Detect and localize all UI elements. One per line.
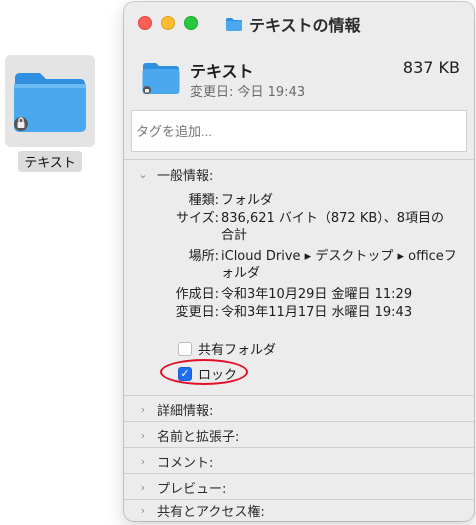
chevron-right-icon: › [140, 428, 146, 442]
close-button[interactable] [138, 16, 152, 30]
shared-folder-label[interactable]: 共有フォルダ [198, 339, 276, 358]
section-more-info-label: 詳細情報: [157, 403, 214, 419]
shared-folder-checkbox[interactable] [178, 341, 192, 356]
kind-key: 種類: [188, 193, 219, 208]
item-size: 837 KB [402, 58, 460, 77]
created-value: 令和3年10月29日 金曜日 11:29 [221, 287, 413, 302]
folder-icon [226, 17, 242, 31]
kind-value: フォルダ [221, 193, 274, 208]
modified-value: 令和3年11月17日 水曜日 19:43 [221, 305, 413, 320]
section-preview-label: プレビュー: [157, 481, 227, 497]
folder-lock-icon [142, 63, 180, 94]
size-key: サイズ: [176, 211, 219, 226]
section-comments[interactable]: › コメント: [124, 450, 474, 472]
desktop-folder-label[interactable]: テキスト [18, 151, 82, 172]
section-name-ext-label: 名前と拡張子: [157, 429, 240, 445]
created-key: 作成日: [175, 287, 219, 302]
modified-key: 変更日: [175, 305, 219, 320]
where-value-line2: ォルダ [221, 266, 261, 281]
section-comments-label: コメント: [157, 455, 214, 471]
section-sharing[interactable]: › 共有とアクセス権: [124, 499, 474, 521]
item-name: テキスト [190, 62, 254, 81]
where-value-line1: iCloud Drive ▸ デスクトップ ▸ officeフ [221, 249, 457, 264]
desktop-folder[interactable]: テキスト [3, 55, 97, 172]
checkmark-icon: ✓ [180, 366, 190, 380]
section-more-info[interactable]: › 詳細情報: [124, 398, 474, 420]
section-sharing-label: 共有とアクセス権: [157, 504, 265, 520]
desktop-folder-icon-frame [5, 55, 95, 147]
folder-lock-icon [14, 73, 86, 132]
divider [124, 421, 474, 422]
section-general-header[interactable]: ⌄ 一般情報: [124, 163, 474, 185]
size-value-line2: 合計 [221, 228, 248, 243]
chevron-right-icon: › [140, 480, 146, 494]
window-title: テキストの情報 [225, 12, 361, 36]
divider [124, 473, 474, 474]
title-bar[interactable]: テキストの情報 [124, 2, 474, 44]
where-key: 場所: [188, 249, 219, 264]
minimize-button[interactable] [161, 16, 175, 30]
divider [124, 447, 474, 448]
section-preview[interactable]: › プレビュー: [124, 476, 474, 498]
summary-header: テキスト 837 KB 変更日: 今日 19:43 [124, 44, 474, 110]
size-value-line1: 836,621 バイト（872 KB）、8項目の [221, 211, 445, 226]
zoom-button[interactable] [184, 16, 198, 30]
chevron-right-icon: › [140, 454, 146, 468]
item-modified: 変更日: 今日 19:43 [190, 85, 306, 100]
section-general-label: 一般情報: [157, 168, 214, 184]
divider [124, 159, 474, 160]
divider [124, 395, 474, 396]
tags-field[interactable] [131, 110, 467, 152]
chevron-right-icon: › [140, 503, 146, 517]
info-window: テキストの情報 テキスト 837 KB 変更日: 今日 19:43 ⌄ 一般情報… [124, 2, 474, 521]
traffic-lights [138, 16, 198, 30]
shared-folder-checkbox-row[interactable]: 共有フォルダ [178, 339, 276, 358]
locked-checkbox[interactable]: ✓ [178, 366, 192, 381]
locked-label[interactable]: ロック [198, 364, 237, 383]
chevron-right-icon: › [140, 402, 146, 416]
section-name-ext[interactable]: › 名前と拡張子: [124, 424, 474, 446]
locked-checkbox-row[interactable]: ✓ ロック [178, 364, 237, 383]
window-title-text: テキストの情報 [249, 16, 361, 35]
chevron-down-icon: ⌄ [138, 167, 148, 181]
